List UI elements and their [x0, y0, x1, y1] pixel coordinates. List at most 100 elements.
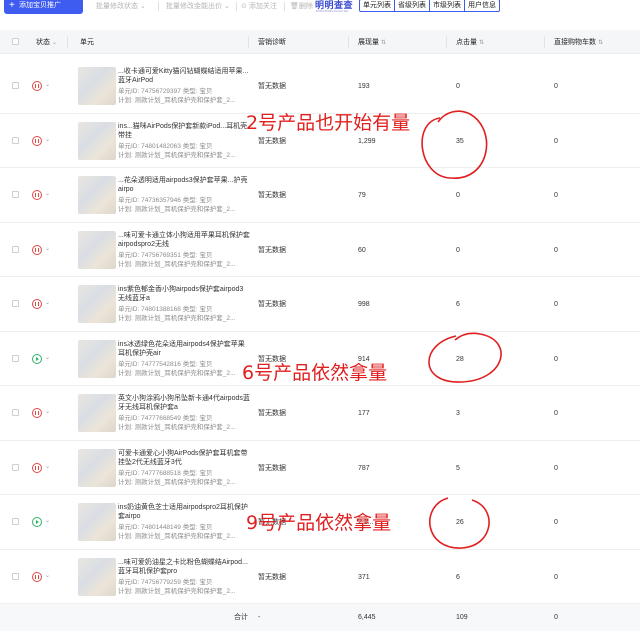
row-checkbox[interactable] [12, 191, 19, 199]
tab-user-info[interactable]: 用户信息 [464, 0, 499, 11]
product-title[interactable]: ins...猫咪AirPods保护套新款iPod...耳机壳带挂 [118, 122, 250, 140]
product-thumbnail[interactable] [78, 67, 116, 106]
batch-edit-status-button[interactable]: 批量修改状态 ⌄ [96, 2, 146, 11]
product-thumbnail[interactable] [78, 285, 116, 324]
product-thumbnail[interactable] [78, 176, 116, 215]
product-thumbnail[interactable] [78, 121, 116, 160]
sort-icon: ⇅ [381, 40, 387, 46]
product-title[interactable]: 可爱卡通爱心小狗AirPods保护套耳机套带挂坠2代无线蓝牙3代 [118, 449, 250, 467]
header-cart[interactable]: 直接购物车数 ⇅ [554, 38, 603, 48]
row-checkbox[interactable] [12, 82, 19, 90]
unit-meta: 单元ID: 74756779259 类型: 宝贝 [118, 578, 213, 586]
chevron-down-icon[interactable]: ⌄ [45, 81, 50, 88]
annotation-text-row-2: 2号产品也开始有量 [246, 112, 411, 134]
row-checkbox[interactable] [12, 300, 19, 308]
product-title[interactable]: ...味可爱奶油星之卡比粉色蝴蝶结Airpod...蓝牙耳机保护套pro [118, 558, 250, 576]
select-all-checkbox[interactable] [12, 38, 19, 45]
chevron-down-icon[interactable]: ⌄ [45, 136, 50, 143]
play-icon[interactable] [32, 353, 42, 364]
pause-icon[interactable] [32, 462, 42, 473]
row-checkbox[interactable] [12, 572, 19, 580]
plan-meta: 计划: 测款计划_耳机保护壳和保护套_2... [118, 260, 236, 268]
clicks-value: 26 [456, 519, 464, 527]
chevron-down-icon[interactable]: ⌄ [45, 190, 50, 197]
impressions-value: 193 [358, 83, 370, 91]
unit-id: 74756729397 [141, 88, 181, 96]
plan-name: 测款计划_耳机保护壳和保护套_2... [134, 369, 236, 377]
product-thumbnail[interactable] [78, 339, 116, 378]
table-row[interactable]: ⌄ 英文小狗涂鸦小狗吊坠新卡通4代airpods蓝牙无线耳机保护套a 单元ID: 7… [0, 386, 640, 441]
pause-icon[interactable] [32, 244, 42, 255]
table-row[interactable]: ⌄ ...收卡通可爱Kitty猫闪钻蝴蝶结适用苹果...蓝牙AirPod 单元ID:… [0, 59, 640, 114]
row-checkbox[interactable] [12, 409, 19, 417]
plan-name: 测款计划_耳机保护壳和保护套_2... [134, 260, 236, 268]
row-checkbox[interactable] [12, 245, 19, 253]
header-impressions[interactable]: 展现量 ⇅ [358, 38, 386, 48]
plan-meta: 计划: 测款计划_耳机保护壳和保护套_2... [118, 587, 236, 595]
row-checkbox[interactable] [12, 463, 19, 471]
table-row[interactable]: ⌄ 可爱卡通爱心小狗AirPods保护套耳机套带挂坠2代无线蓝牙3代 单元ID: 7… [0, 441, 640, 495]
product-title[interactable]: ins奶油黄色芝士适用airpodspro2耳机保护套airpo [118, 503, 250, 521]
play-icon[interactable] [32, 517, 42, 528]
row-checkbox[interactable] [12, 136, 19, 144]
pause-icon[interactable] [32, 571, 42, 582]
product-title[interactable]: ins冰透绿色花朵适用airpods4保护套苹果耳机保护壳air [118, 340, 250, 358]
chevron-down-icon[interactable]: ⌄ [45, 572, 50, 579]
header-status[interactable]: 状态 ⌄ [36, 38, 57, 48]
delete-button[interactable]: 🗑删除 [290, 2, 313, 11]
row-checkbox[interactable] [12, 354, 19, 362]
pause-icon[interactable] [32, 190, 42, 201]
diagnosis-value: 暂无数据 [258, 301, 286, 309]
clicks-value: 5 [456, 464, 460, 472]
tab-unit-list[interactable]: 单元列表 [360, 0, 394, 11]
footer-cart: 0 [554, 614, 558, 621]
impressions-value: 177 [358, 410, 370, 418]
chevron-down-icon[interactable]: ⌄ [45, 354, 50, 361]
chevron-down-icon[interactable]: ⌄ [45, 408, 50, 415]
product-title[interactable]: 英文小狗涂鸦小狗吊坠新卡通4代airpods蓝牙无线耳机保护套a [118, 394, 250, 412]
unit-meta: 单元ID: 74777668549 类型: 宝贝 [118, 415, 213, 423]
pause-icon[interactable] [32, 299, 42, 310]
chevron-down-icon[interactable]: ⌄ [45, 517, 50, 524]
impressions-value: 79 [358, 192, 366, 200]
chevron-down-icon[interactable]: ⌄ [45, 299, 50, 306]
product-thumbnail[interactable] [78, 557, 116, 596]
cart-value: 0 [554, 301, 558, 309]
plus-icon: + [9, 0, 15, 11]
product-title[interactable]: ...花朵透明适用airpods3保护套苹果...护壳airpo [118, 176, 250, 194]
product-thumbnail[interactable] [78, 394, 116, 433]
product-title[interactable]: ...味可爱卡通立体小狗适用苹果耳机保护套airpodspro2无线 [118, 231, 250, 249]
product-thumbnail[interactable] [78, 503, 116, 542]
tab-city-list[interactable]: 市级列表 [429, 0, 464, 11]
add-promotion-button[interactable]: + 添加宝贝推广 [4, 0, 83, 14]
divider [284, 2, 285, 11]
tab-province-list[interactable]: 省级列表 [394, 0, 429, 11]
chevron-down-icon[interactable]: ⌄ [45, 463, 50, 470]
tool-tabs: 单元列表 省级列表 市级列表 用户信息 [359, 0, 500, 12]
batch-edit-bid-button[interactable]: 批量修改金能出价 ⌄ [166, 2, 230, 11]
unit-id: 74777688518 [141, 469, 181, 477]
unit-meta: 单元ID: 74801482063 类型: 宝贝 [118, 142, 213, 150]
footer-impressions: 6,445 [358, 614, 376, 621]
product-title[interactable]: ...收卡通可爱Kitty猫闪钻蝴蝶结适用苹果...蓝牙AirPod [118, 67, 250, 85]
table-row[interactable]: ⌄ ins紫色郁金香小狗airpods保护套airpod3无线蓝牙a 单元ID: 7… [0, 277, 640, 332]
chevron-down-icon[interactable]: ⌄ [45, 245, 50, 252]
row-checkbox[interactable] [12, 518, 19, 526]
header-clicks[interactable]: 点击量 ⇅ [456, 38, 484, 48]
product-title[interactable]: ins紫色郁金香小狗airpods保护套airpod3无线蓝牙a [118, 285, 250, 303]
unit-meta: 单元ID: 74801448149 类型: 宝贝 [118, 524, 213, 532]
unit-id: 74736357946 [141, 197, 181, 205]
pause-icon[interactable] [32, 408, 42, 419]
product-thumbnail[interactable] [78, 230, 116, 269]
table-row[interactable]: ⌄ ...花朵透明适用airpods3保护套苹果...护壳airpo 单元ID: 7… [0, 168, 640, 223]
add-follow-button[interactable]: ⊙ 添加关注 [241, 2, 277, 11]
table-row[interactable]: ⌄ ...味可爱奶油星之卡比粉色蝴蝶结Airpod...蓝牙耳机保护套pro 单元I… [0, 550, 640, 604]
pause-icon[interactable] [32, 81, 42, 92]
unit-meta: 单元ID: 74756769351 类型: 宝贝 [118, 251, 213, 259]
column-divider [544, 36, 545, 48]
product-thumbnail[interactable] [78, 448, 116, 487]
column-divider [348, 36, 349, 48]
table-row[interactable]: ⌄ ...味可爱卡通立体小狗适用苹果耳机保护套airpodspro2无线单元ID:… [0, 223, 640, 277]
pause-icon[interactable] [32, 135, 42, 146]
cart-value: 0 [554, 573, 558, 581]
